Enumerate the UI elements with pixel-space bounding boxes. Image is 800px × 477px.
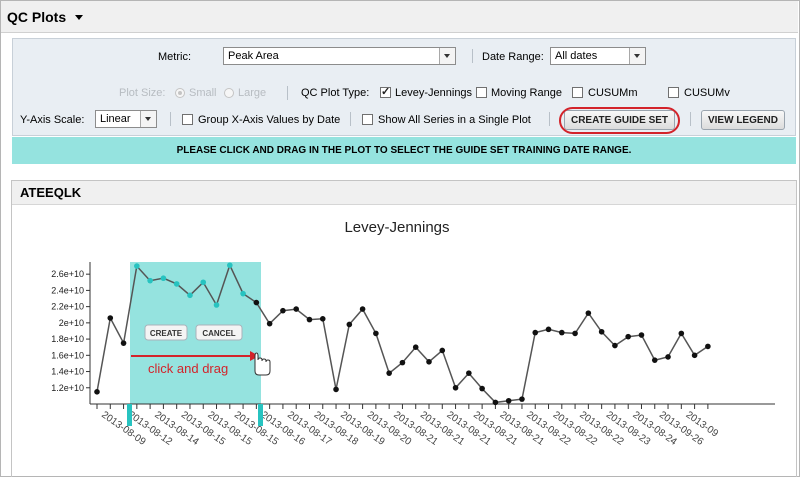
y-tick-label: 2.4e+10 <box>51 285 84 295</box>
data-point[interactable] <box>572 330 578 337</box>
data-point[interactable] <box>240 290 246 297</box>
data-point[interactable] <box>519 396 525 402</box>
y-tick-label: 2.2e+10 <box>51 302 84 312</box>
data-point[interactable] <box>651 357 658 363</box>
chart-title: Levey-Jennings <box>344 219 449 236</box>
data-point[interactable] <box>94 389 100 395</box>
data-point[interactable] <box>107 315 114 321</box>
data-point[interactable] <box>280 307 286 314</box>
data-point[interactable] <box>134 263 140 269</box>
data-point[interactable] <box>359 306 366 312</box>
data-point[interactable] <box>505 397 512 404</box>
data-point[interactable] <box>665 354 671 360</box>
data-point[interactable] <box>266 320 273 327</box>
y-tick-label: 1.4e+10 <box>51 367 84 377</box>
data-point[interactable] <box>452 384 459 391</box>
selection-end-handle[interactable] <box>258 404 263 426</box>
data-point[interactable] <box>426 359 432 365</box>
y-tick-label: 2.6e+10 <box>51 269 84 279</box>
data-point[interactable] <box>532 329 539 336</box>
hand-cursor-icon <box>254 352 271 376</box>
data-point[interactable] <box>333 386 339 393</box>
selection-start-handle[interactable] <box>127 404 132 426</box>
y-axis: 1.2e+10 1.4e+10 1.6e+10 1.8e+10 2e+10 2.2e+10… <box>51 262 91 404</box>
y-tick-label: 2e+10 <box>59 318 84 328</box>
data-point[interactable] <box>559 329 565 336</box>
data-point[interactable] <box>160 275 167 282</box>
cancel-button[interactable]: CANCEL <box>195 324 243 341</box>
data-point[interactable] <box>173 281 180 287</box>
data-point[interactable] <box>399 359 406 366</box>
data-point[interactable] <box>625 333 631 340</box>
data-point[interactable] <box>678 330 685 337</box>
data-point[interactable] <box>147 277 153 284</box>
data-point[interactable] <box>439 347 446 354</box>
data-point[interactable] <box>213 302 220 308</box>
data-point[interactable] <box>346 321 353 328</box>
data-point[interactable] <box>253 299 260 306</box>
data-point[interactable] <box>612 342 618 349</box>
y-tick-label: 1.6e+10 <box>51 350 84 360</box>
data-point[interactable] <box>545 326 552 333</box>
data-point[interactable] <box>373 330 379 337</box>
data-point[interactable] <box>691 352 698 359</box>
cancel-button-label: CANCEL <box>202 329 235 338</box>
data-point[interactable] <box>386 370 392 376</box>
data-point[interactable] <box>585 310 592 316</box>
y-tick-label: 1.2e+10 <box>51 383 84 393</box>
data-point[interactable] <box>412 344 419 351</box>
data-point[interactable] <box>705 343 711 350</box>
data-point[interactable] <box>227 262 233 269</box>
data-point[interactable] <box>187 292 193 299</box>
data-point[interactable] <box>306 316 313 323</box>
data-point[interactable] <box>319 316 326 322</box>
data-point[interactable] <box>120 340 127 346</box>
create-button-label: CREATE <box>150 329 183 338</box>
data-point[interactable] <box>479 385 485 392</box>
create-button[interactable]: CREATE <box>144 324 188 341</box>
data-point[interactable] <box>200 279 207 286</box>
data-point[interactable] <box>638 332 645 338</box>
data-point[interactable] <box>466 370 472 376</box>
drag-hint-text: click and drag <box>148 361 228 376</box>
x-axis: 2013-08-092013-08-122013-08-142013-08-15… <box>90 403 775 448</box>
data-point[interactable] <box>598 328 605 335</box>
data-point[interactable] <box>293 306 300 312</box>
data-point[interactable] <box>492 399 499 406</box>
y-tick-label: 1.8e+10 <box>51 334 84 344</box>
levey-jennings-chart[interactable]: Levey-Jennings 1.2e+10 1.4e+10 1.6e+10 1.8e… <box>0 0 800 477</box>
